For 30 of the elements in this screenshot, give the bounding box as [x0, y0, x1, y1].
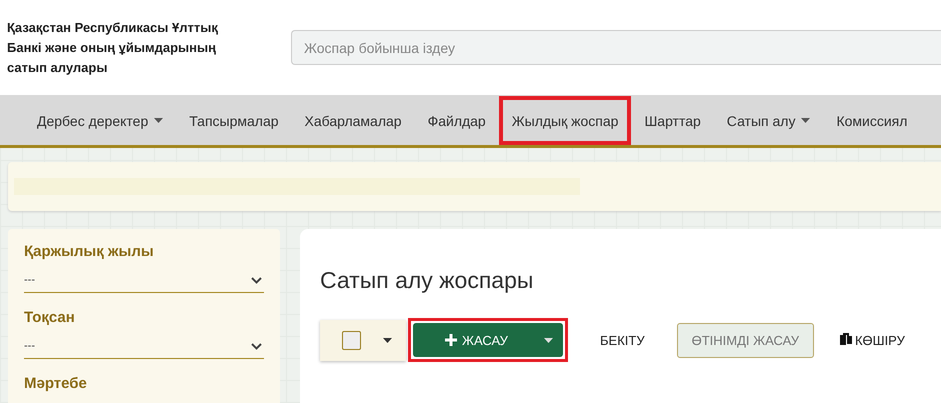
nav-item[interactable]: Сатып алу: [714, 96, 824, 144]
caret-icon: [801, 118, 810, 123]
chevron-down-icon: [251, 342, 262, 350]
plus-icon: [445, 334, 457, 346]
filter-label: Мәртебе: [24, 375, 88, 392]
chevron-down-icon: [251, 276, 262, 284]
create-button[interactable]: ЖАСАУ: [413, 323, 563, 357]
nav-item[interactable]: Хабарламалар: [292, 96, 415, 144]
nav-item[interactable]: Комиссиял: [823, 96, 920, 144]
site-title: Қазақстан Республикасы Ұлттық Банкі және оның ұйымдарының сатып алулары: [7, 18, 219, 77]
copy-icon: [840, 333, 852, 347]
caret-icon: [154, 118, 164, 123]
filter-label: Тоқсан: [24, 309, 76, 326]
filter-select[interactable]: ---: [24, 326, 264, 359]
approve-button[interactable]: БЕКІТУ: [594, 332, 651, 348]
copy-button[interactable]: КӨШІРУ: [834, 332, 911, 348]
nav-item[interactable]: Дербес деректер: [24, 96, 176, 144]
page-title: Сатып алу жоспары: [320, 267, 534, 294]
filter-label: Қаржылық жылы: [24, 243, 155, 260]
nav-item[interactable]: Тапсырмалар: [176, 96, 292, 144]
select-all-control[interactable]: [320, 320, 406, 360]
filter-select[interactable]: ---: [24, 260, 264, 293]
checkbox[interactable]: [342, 330, 361, 350]
nav-item[interactable]: Жылдық жоспар: [498, 96, 632, 144]
nav-item[interactable]: Шарттар: [631, 96, 714, 144]
caret-icon: [544, 338, 553, 342]
nav-item[interactable]: Файлдар: [414, 96, 499, 144]
search-field[interactable]: Жоспар бойынша іздеу: [291, 30, 941, 65]
caret-icon: [383, 338, 392, 342]
application-button[interactable]: ӨТІНІМДІ ЖАСАУ: [676, 322, 814, 358]
